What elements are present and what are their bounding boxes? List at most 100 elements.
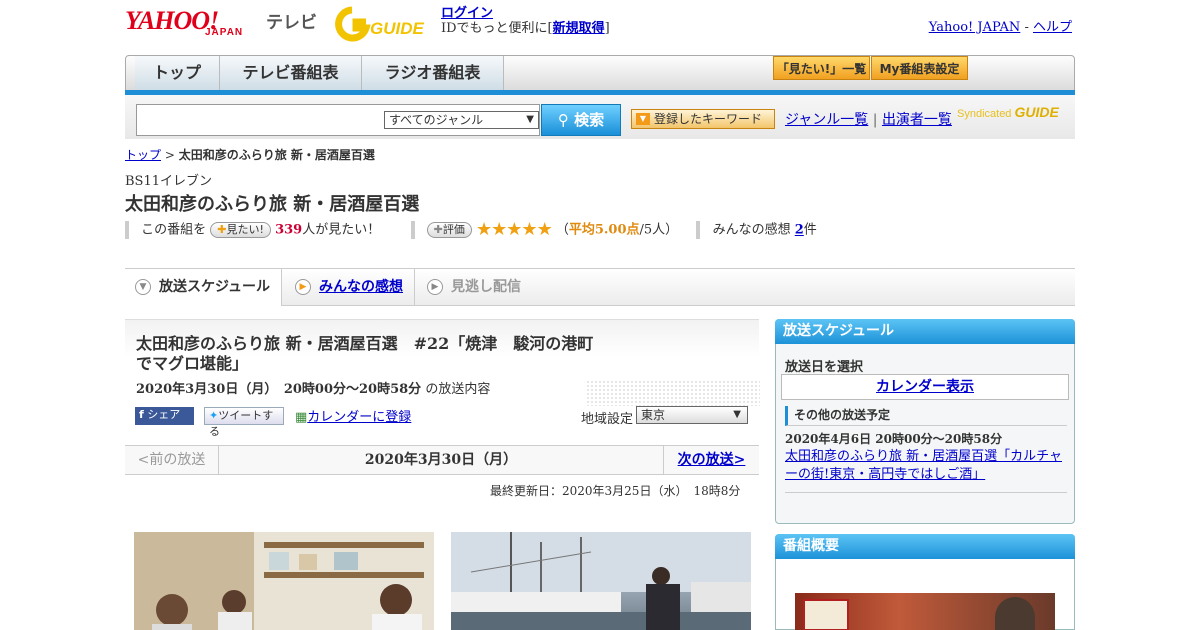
- tv-logo-text[interactable]: テレビ: [266, 8, 317, 33]
- stat-divider: [410, 221, 415, 239]
- genre-select[interactable]: すべてのジャンル ▼: [384, 111, 539, 129]
- breadcrumb-current: 太田和彦のふらり旅 新・居酒屋百選: [178, 148, 375, 162]
- breadcrumb-sep: >: [161, 148, 179, 162]
- syndicated-gguide-text: GUIDE: [1014, 104, 1059, 120]
- program-stats: この番組を ✚見たい! 339人が見たい！ ✚評価 ★★★★★ （平均5.00点…: [125, 221, 817, 240]
- izakaya-photo: [134, 532, 434, 630]
- want-button-label: 見たい!: [226, 223, 264, 236]
- stat-divider: [696, 221, 701, 239]
- chevron-down-icon: ▼: [733, 409, 741, 420]
- episode-datetime: 2020年3月30日（月） 20時00分～20時58分 の放送内容: [136, 378, 490, 397]
- yahoo-japan-link[interactable]: Yahoo! JAPAN: [929, 20, 1021, 35]
- overview-person-image: [995, 597, 1035, 630]
- rating-button[interactable]: ✚評価: [426, 222, 472, 238]
- nav-tab-top[interactable]: トップ: [135, 56, 220, 90]
- registered-keyword-button[interactable]: ▼ 登録したキーワード: [631, 109, 775, 129]
- arrow-down-icon: ▼: [636, 113, 650, 125]
- plus-icon: ✚: [217, 223, 227, 236]
- select-date-label: 放送日を選択: [785, 360, 864, 375]
- next-broadcast-link[interactable]: 次の放送>: [678, 452, 746, 468]
- rating-button-label: 評価: [442, 223, 465, 236]
- yahoo-japan-logo-text: JAPAN: [205, 27, 244, 38]
- facebook-icon: f: [139, 408, 144, 421]
- rating-suffix: /5人）: [639, 222, 679, 238]
- genre-select-value: すべてのジャンル: [389, 113, 484, 127]
- performer-list-link[interactable]: 出演者一覧: [882, 112, 952, 128]
- gguide-logo[interactable]: GUIDE: [334, 6, 434, 42]
- episode-datetime-suffix: の放送内容: [425, 382, 491, 397]
- nav-tab-radio-schedule[interactable]: ラジオ番組表: [362, 56, 504, 90]
- impressions-prefix: みんなの感想: [712, 222, 795, 238]
- play-icon: ▶: [427, 279, 443, 295]
- want-suffix: 人が見たい！: [302, 222, 381, 238]
- tab-schedule[interactable]: ▼ 放送スケジュール: [125, 269, 282, 306]
- tab-schedule-label: 放送スケジュール: [159, 279, 271, 295]
- tab-impressions[interactable]: ▶ みんなの感想: [285, 269, 415, 305]
- play-icon: ▶: [295, 279, 311, 295]
- twitter-share-button[interactable]: ✦ツイートする: [204, 407, 284, 438]
- page-title: 太田和彦のふらり旅 新・居酒屋百選: [125, 194, 420, 215]
- content-tabs: ▼ 放送スケジュール ▶ みんなの感想 ▶ 見逃し配信: [125, 268, 1075, 306]
- genre-list-link[interactable]: ジャンル一覧: [785, 112, 868, 128]
- other-broadcast-datetime: 2020年4月6日 20時00分～20時58分: [785, 432, 1003, 446]
- calendar-register-link[interactable]: カレンダーに登録: [307, 410, 411, 425]
- want-button[interactable]: ✚見たい!: [210, 222, 271, 238]
- plus-icon: ✚: [433, 223, 443, 236]
- top-links: Yahoo! JAPAN - ヘルプ: [929, 16, 1072, 35]
- sidebar-schedule: 放送スケジュール 放送日を選択 カレンダー表示 その他の放送予定 2020年4月…: [775, 319, 1075, 524]
- login-close: ]: [604, 21, 610, 36]
- breadcrumb: トップ > 太田和彦のふらり旅 新・居酒屋百選: [125, 146, 375, 163]
- chevron-down-icon: ▼: [135, 279, 151, 295]
- search-button[interactable]: ⚲ 検索: [541, 104, 621, 136]
- top-links-sep: -: [1020, 20, 1033, 35]
- signup-link[interactable]: 新規取得: [553, 21, 605, 36]
- want-prefix: この番組を: [141, 222, 207, 238]
- station-name: BS11イレブン: [125, 174, 213, 189]
- calendar-display-link[interactable]: カレンダー表示: [876, 379, 974, 395]
- tab-streaming[interactable]: ▶ 見逃し配信: [417, 269, 537, 305]
- search-button-label: 検索: [574, 111, 605, 129]
- login-text: IDでもっと便利に[: [441, 21, 553, 36]
- episode-title: 太田和彦のふらり旅 新・居酒屋百選 #22「焼津 駿河の港町でマグロ堪能」: [136, 334, 594, 373]
- genre-links: ジャンル一覧 | 出演者一覧: [785, 109, 952, 129]
- calendar-display-box[interactable]: カレンダー表示: [781, 374, 1069, 400]
- calendar-icon: ▦: [295, 410, 308, 425]
- other-broadcast-item: 太田和彦のふらり旅 新・居酒屋百選「カルチャーの街!東京・高円寺ではしご酒」: [785, 448, 1067, 484]
- login-link[interactable]: ログイン: [441, 6, 493, 21]
- last-updated: 最終更新日：2020年3月25日（水） 18時8分: [490, 484, 741, 498]
- calendar-register[interactable]: ▦カレンダーに登録: [295, 406, 411, 425]
- search-icon: ⚲: [557, 111, 569, 129]
- region-select[interactable]: 東京 ▼: [636, 406, 748, 424]
- episode-pager: <前の放送 2020年3月30日（月） 次の放送>: [125, 445, 759, 475]
- rating-prefix: （: [555, 222, 569, 238]
- impressions-count-link[interactable]: 2: [795, 223, 804, 238]
- sidebar-overview: 番組概要: [775, 534, 1075, 630]
- syndicated-text: Syndicated: [957, 108, 1012, 120]
- my-schedule-button[interactable]: My番組表設定: [871, 56, 968, 80]
- overview-sign-image: [803, 599, 849, 630]
- tab-streaming-label: 見逃し配信: [451, 279, 521, 295]
- other-schedule-heading: その他の放送予定: [785, 406, 1067, 426]
- other-broadcast-link[interactable]: 太田和彦のふらり旅 新・居酒屋百選「カルチャーの街!東京・高円寺ではしご酒」: [785, 449, 1062, 482]
- facebook-share-label: シェア: [147, 408, 181, 421]
- registered-keyword-label: 登録したキーワード: [654, 112, 763, 126]
- want-list-button[interactable]: 「見たい!」一覧: [773, 56, 870, 80]
- nav-tab-tv-schedule[interactable]: テレビ番組表: [220, 56, 362, 90]
- gguide-logo-text: GUIDE: [370, 19, 425, 38]
- breadcrumb-top-link[interactable]: トップ: [125, 148, 161, 162]
- rating-average: 平均5.00点: [568, 222, 640, 238]
- impressions-suffix: 件: [803, 222, 817, 238]
- region-select-value: 東京: [641, 408, 666, 422]
- want-count: 339: [275, 222, 303, 238]
- next-broadcast[interactable]: 次の放送>: [663, 446, 759, 474]
- episode-datetime-value: 2020年3月30日（月） 20時00分～20時58分: [136, 382, 422, 397]
- star-rating-icon: ★★★★★: [476, 219, 553, 240]
- sidebar-overview-title: 番組概要: [775, 534, 1075, 559]
- current-broadcast-date: 2020年3月30日（月）: [364, 452, 518, 468]
- stat-divider: [125, 221, 129, 239]
- facebook-share-button[interactable]: f シェア: [135, 407, 194, 425]
- prev-broadcast[interactable]: <前の放送: [125, 446, 219, 474]
- help-link[interactable]: ヘルプ: [1033, 20, 1072, 35]
- overview-thumbnail: [795, 593, 1055, 630]
- region-label: 地域設定: [581, 412, 634, 427]
